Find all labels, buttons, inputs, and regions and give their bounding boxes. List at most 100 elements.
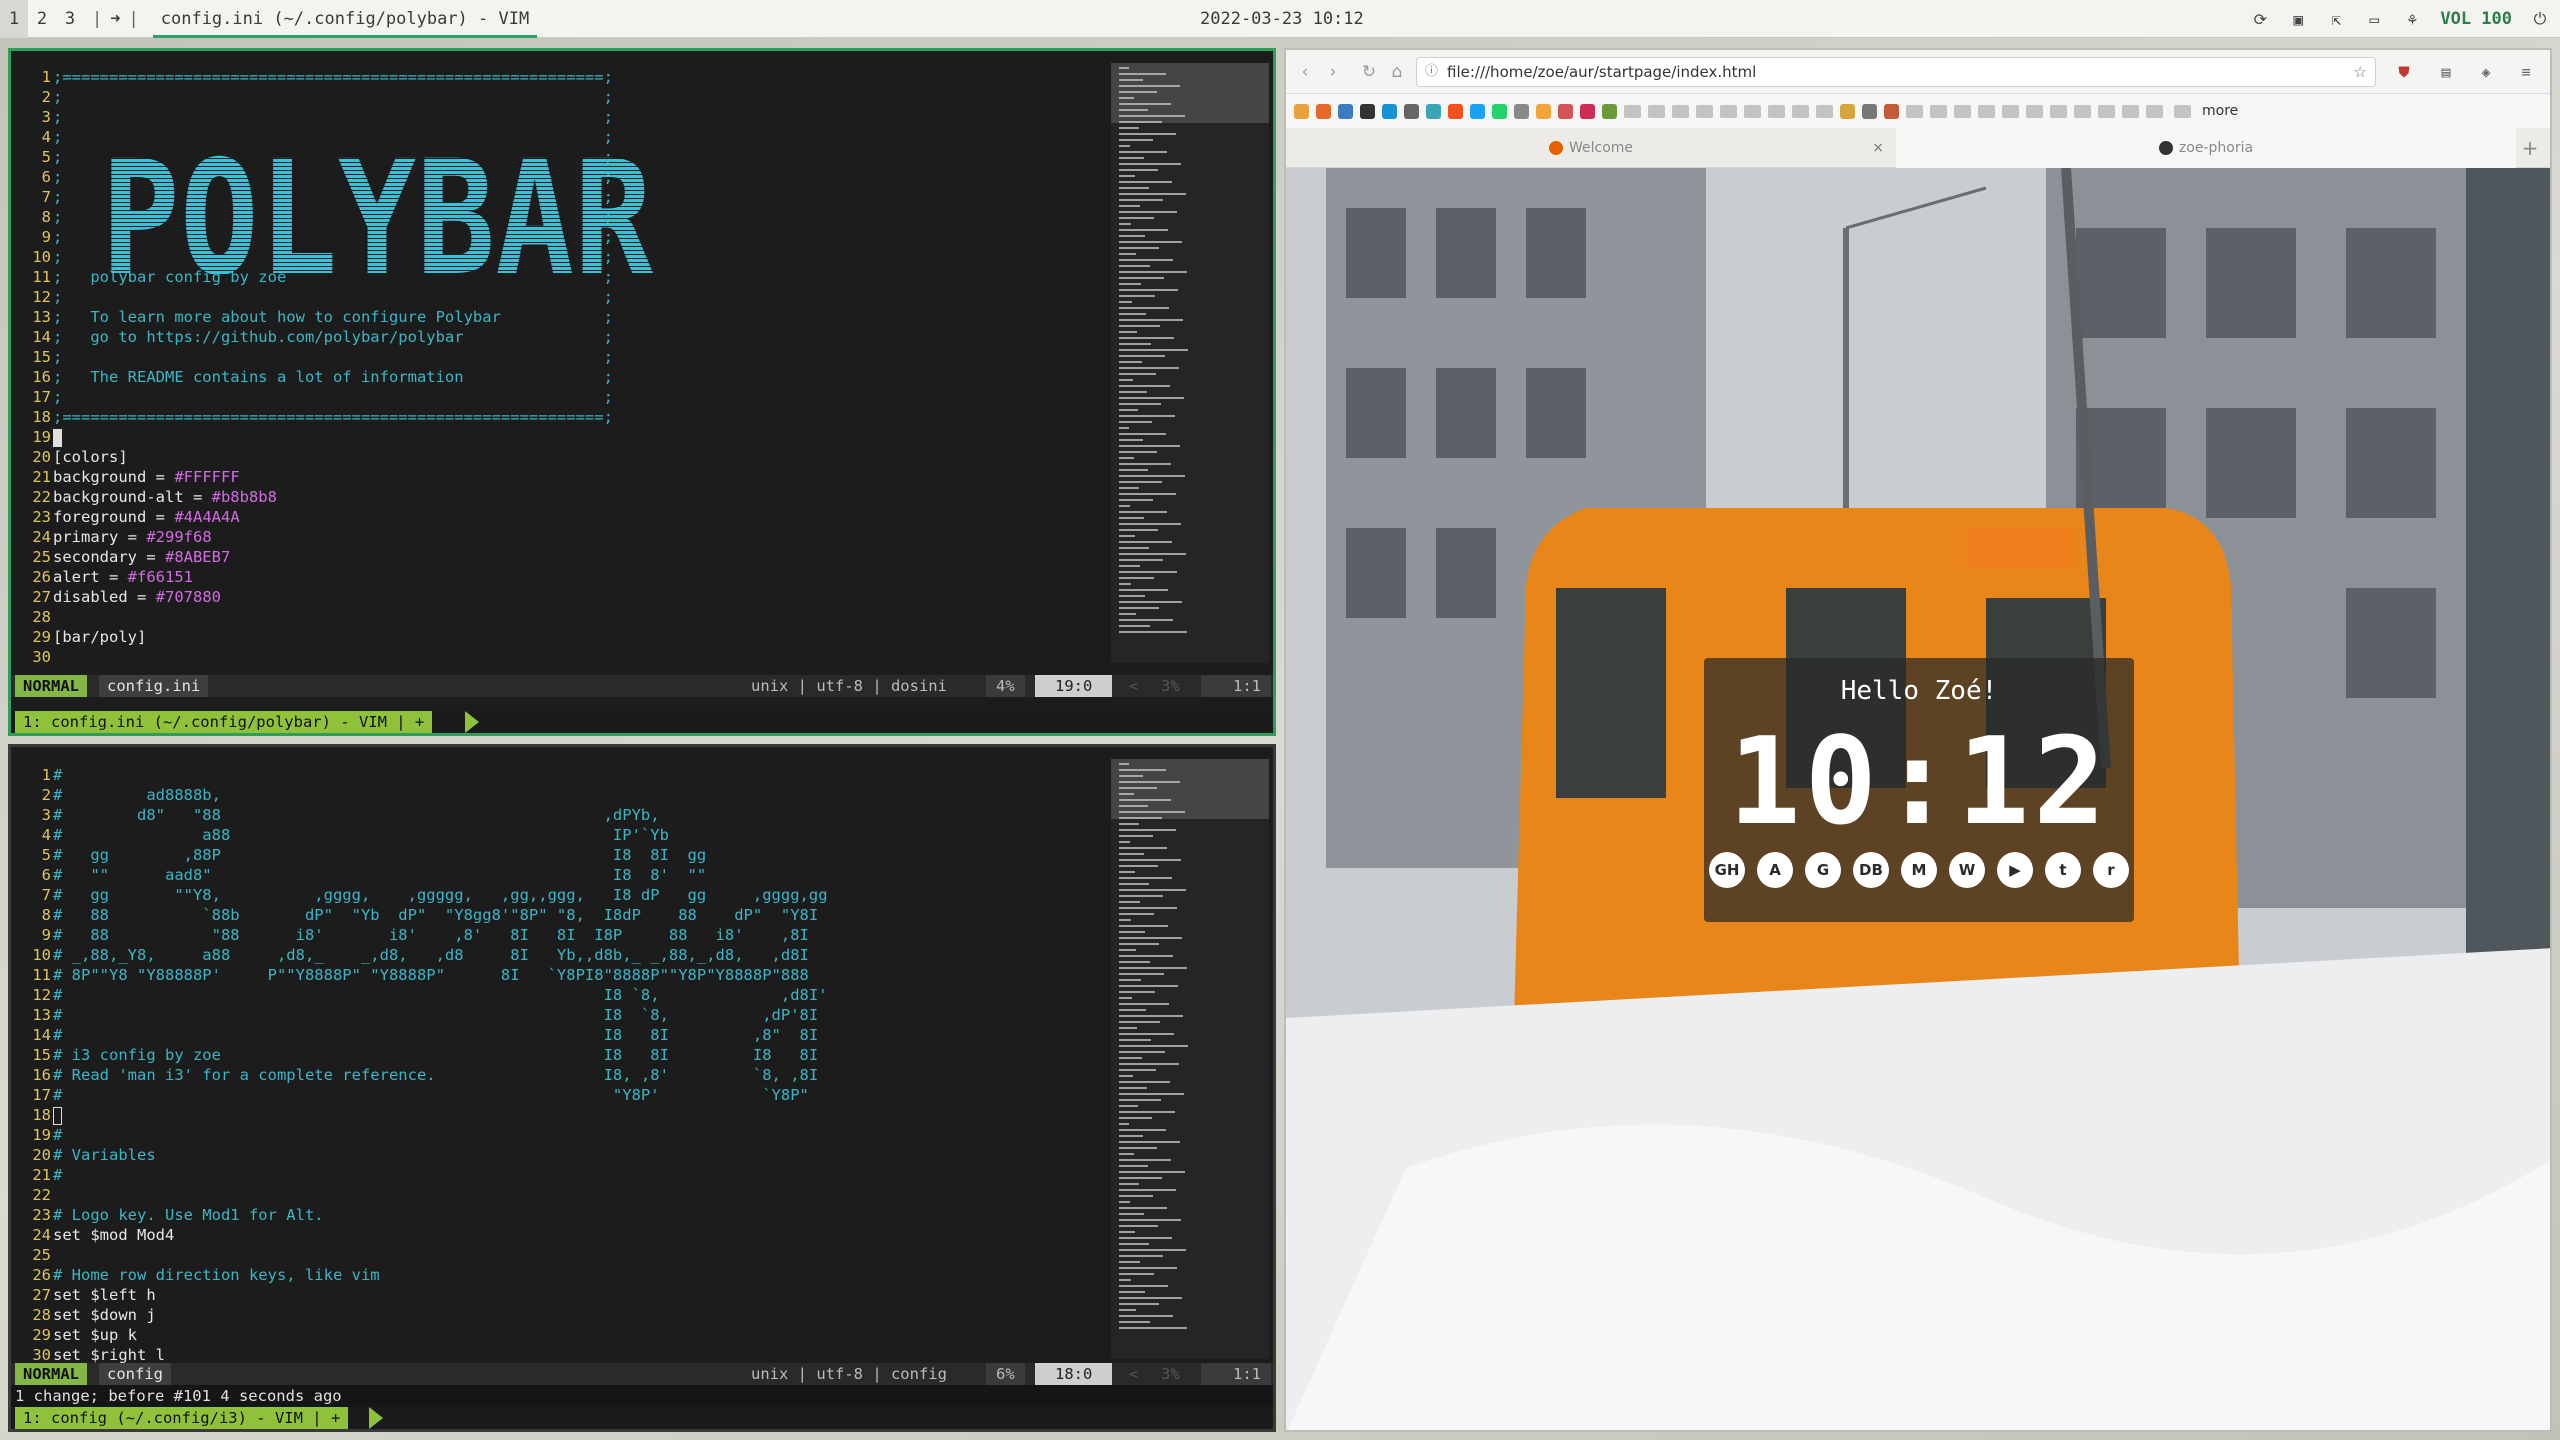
code-line[interactable]	[53, 427, 1113, 447]
code-line[interactable]: background-alt = #b8b8b8	[53, 487, 1113, 507]
folder-icon[interactable]	[2074, 104, 2091, 118]
new-tab-button[interactable]: +	[2514, 128, 2546, 168]
github-icon[interactable]	[1360, 103, 1375, 119]
page-viewport[interactable]: Hello Zoé! 10:12 GH A G DB M W ▶ t r	[1286, 168, 2550, 1430]
code-line[interactable]: #	[53, 1125, 1113, 1145]
code-line[interactable]: # gg ""Y8, ,gggg, ,ggggg, ,gg,,ggg, I8 d…	[53, 885, 1113, 905]
code-line[interactable]: secondary = #8ABEB7	[53, 547, 1113, 567]
folder-icon[interactable]	[1906, 104, 1923, 118]
browser-window[interactable]: ‹ › ↻ ⌂ ⓘ file:///home/zoe/aur/startpage…	[1284, 48, 2552, 1432]
code-line[interactable]: ; The README contains a lot of informati…	[53, 367, 1113, 387]
twitter-icon[interactable]	[1470, 103, 1485, 119]
tab-welcome[interactable]: Welcome ×	[1286, 128, 1896, 168]
monitor-icon[interactable]: ▭	[2364, 9, 2384, 29]
code-line[interactable]	[53, 607, 1113, 627]
youtube-icon[interactable]: ▶	[1997, 852, 2033, 888]
folder-icon[interactable]	[1720, 104, 1737, 118]
folder-icon[interactable]	[1768, 104, 1785, 118]
refresh-icon[interactable]: ⟳	[2250, 9, 2270, 29]
minimap[interactable]	[1111, 63, 1269, 663]
code-line[interactable]: set $left h	[53, 1285, 1113, 1305]
vim-command-line[interactable]: 1 change; before #101 4 seconds ago	[11, 1385, 1273, 1407]
twitter-icon[interactable]: t	[2045, 852, 2081, 888]
whatsapp-icon[interactable]	[1492, 103, 1507, 119]
minimap-viewport[interactable]	[1111, 63, 1269, 123]
folder-icon[interactable]	[1954, 104, 1971, 118]
aur-icon[interactable]	[1382, 103, 1397, 119]
ublock-icon[interactable]: ⛊	[2392, 60, 2416, 84]
code-line[interactable]: #	[53, 1165, 1113, 1185]
vim-tab[interactable]: 1: config.ini (~/.config/polybar) - VIM …	[15, 711, 433, 733]
vim-window-i3[interactable]: 1 2 3 4 5 6 7 8 9 10 11 12 13 14 15 16 17 18 19 20 21 22 23 24 2…	[8, 744, 1276, 1432]
editor-buffer[interactable]: # # ad8888b, # d8" "88 ,dPYb, # a88 IP'`Yb #…	[53, 765, 1113, 1365]
bookmark-icon[interactable]	[1338, 103, 1353, 119]
code-line[interactable]: # i3 config by zoe I8 8I I8 8I	[53, 1045, 1113, 1065]
reddit-icon[interactable]: r	[2093, 852, 2129, 888]
code-line[interactable]: # I8 8I ,8" 8I	[53, 1025, 1113, 1045]
code-line[interactable]: ;=======================================…	[53, 67, 1113, 87]
home-icon[interactable]: ⌂	[1384, 60, 1410, 84]
folder-icon[interactable]	[1672, 104, 1689, 118]
code-line[interactable]	[53, 647, 1113, 667]
bookmark-icon[interactable]	[1840, 103, 1855, 119]
folder-icon[interactable]	[2050, 104, 2067, 118]
folder-icon[interactable]	[2098, 104, 2115, 118]
code-line[interactable]: ; ;	[53, 347, 1113, 367]
menu-icon[interactable]: ≡	[2514, 60, 2538, 84]
bookmark-icon[interactable]	[1862, 103, 1877, 119]
code-line[interactable]: # gg ,88P I8 8I gg	[53, 845, 1113, 865]
code-line[interactable]: # 88 `88b dP" "Yb dP" "Y8gg8'"8P" "8, I8…	[53, 905, 1113, 925]
code-line[interactable]: # _,88,_Y8, a88 ,d8,_ _,d8, ,d8 8I Yb,,d…	[53, 945, 1113, 965]
code-line[interactable]: # I8 `8, ,dP'8I	[53, 1005, 1113, 1025]
folder-icon[interactable]	[1624, 104, 1641, 118]
code-line[interactable]	[53, 1105, 1113, 1125]
back-icon[interactable]: ‹	[1292, 60, 1318, 84]
code-line[interactable]: #	[53, 765, 1113, 785]
folder-icon[interactable]	[2146, 104, 2163, 118]
code-line[interactable]: # Read 'man i3' for a complete reference…	[53, 1065, 1113, 1085]
folder-icon[interactable]	[1744, 104, 1761, 118]
code-line[interactable]: # ad8888b,	[53, 785, 1113, 805]
bookmark-star-icon[interactable]: ☆	[2354, 58, 2367, 86]
bookmark-icon[interactable]	[1316, 103, 1331, 119]
volume-label[interactable]: VOL 100	[2440, 9, 2512, 29]
url-bar[interactable]: ⓘ file:///home/zoe/aur/startpage/index.h…	[1416, 57, 2376, 87]
bookmark-icon[interactable]	[1426, 103, 1441, 119]
code-line[interactable]: # I8 `8, ,d8I'	[53, 985, 1113, 1005]
vim-tab[interactable]: 1: config (~/.config/i3) - VIM | +	[15, 1407, 349, 1429]
aur-icon[interactable]: A	[1757, 852, 1793, 888]
code-line[interactable]: # Logo key. Use Mod1 for Alt.	[53, 1205, 1113, 1225]
code-line[interactable]: # "" aad8" I8 8' ""	[53, 865, 1113, 885]
code-line[interactable]: alert = #f66151	[53, 567, 1113, 587]
bookmarks-more[interactable]: more	[2202, 103, 2238, 119]
minimap-viewport[interactable]	[1111, 759, 1269, 819]
minimap[interactable]	[1111, 759, 1269, 1359]
whatsapp-icon[interactable]: W	[1949, 852, 1985, 888]
folder-icon[interactable]	[1978, 104, 1995, 118]
bookmark-icon[interactable]	[1558, 103, 1573, 119]
folder-icon[interactable]	[1930, 104, 1947, 118]
bookmark-icon[interactable]	[1294, 103, 1309, 119]
code-line[interactable]: [bar/poly]	[53, 627, 1113, 647]
folder-icon[interactable]	[1696, 104, 1713, 118]
power-icon[interactable]: ⏻	[2530, 9, 2550, 29]
external-link-icon[interactable]: ⇱	[2326, 9, 2346, 29]
code-line[interactable]: foreground = #4A4A4A	[53, 507, 1113, 527]
code-line[interactable]: primary = #299f68	[53, 527, 1113, 547]
gnome-icon[interactable]: G	[1805, 852, 1841, 888]
code-line[interactable]: ; ;	[53, 387, 1113, 407]
folder-icon[interactable]	[2026, 104, 2043, 118]
reddit-icon[interactable]	[1448, 103, 1463, 119]
code-line[interactable]: # d8" "88 ,dPYb,	[53, 805, 1113, 825]
code-line[interactable]: ; To learn more about how to configure P…	[53, 307, 1113, 327]
folder-icon[interactable]	[2174, 104, 2191, 118]
github-icon[interactable]: GH	[1709, 852, 1745, 888]
code-line[interactable]: [colors]	[53, 447, 1113, 467]
clipboard-icon[interactable]: ▣	[2288, 9, 2308, 29]
bookmark-icon[interactable]	[1514, 103, 1529, 119]
folder-icon[interactable]	[2122, 104, 2139, 118]
map-pin-icon[interactable]: M	[1901, 852, 1937, 888]
bookmark-icon[interactable]	[1536, 103, 1551, 119]
code-line[interactable]: set $down j	[53, 1305, 1113, 1325]
vim-window-polybar[interactable]: 1 2 3 4 5 6 7 8 9 10 11 12 13 14 15 16 17 18 19 20 21 22 23 24 2…	[8, 48, 1276, 736]
